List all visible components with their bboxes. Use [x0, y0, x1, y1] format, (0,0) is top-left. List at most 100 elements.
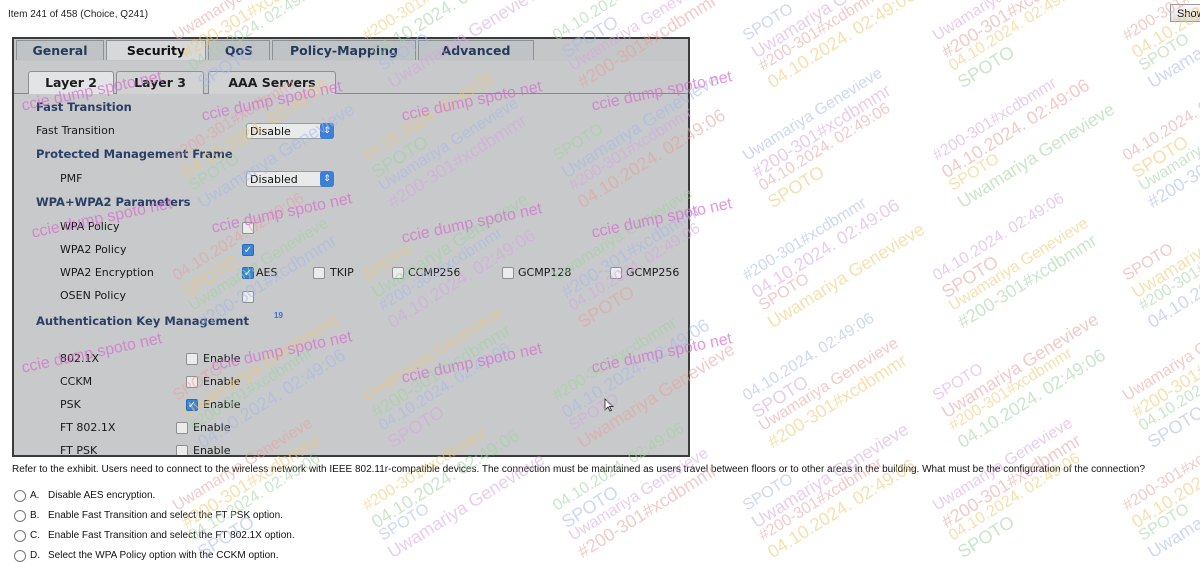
wpa2-policy-checkbox[interactable]: ✓ [242, 244, 254, 256]
watermark-text: #200-301#xcdbmmr [954, 230, 1101, 332]
pmf-select[interactable]: Disabled ⇕ [246, 171, 334, 187]
akm-label-psk: PSK [60, 398, 81, 411]
watermark-text: SPOTO [1120, 240, 1177, 285]
subtab-layer2[interactable]: Layer 2 [28, 71, 114, 94]
radio-b[interactable] [14, 510, 26, 522]
watermark-text: SPOTO [954, 511, 1018, 562]
tab-policy-mapping[interactable]: Policy-Mapping [272, 40, 416, 60]
osen-policy-checkbox[interactable] [242, 291, 254, 303]
tab-bar: General Security QoS Policy-Mapping Adva… [14, 39, 688, 61]
watermark-text: 04.10.2024. 02:49:06 [938, 74, 1093, 182]
watermark-text: Uwamariya Genevieve [756, 334, 902, 435]
watermark-text: SPOTO [558, 481, 622, 532]
watermark-text: SPOTO [764, 161, 828, 212]
watermark-text: SPOTO [930, 360, 987, 405]
wpa-policy-checkbox[interactable] [242, 222, 254, 234]
gcmp128-checkbox[interactable] [502, 267, 514, 279]
gcmp128-label: GCMP128 [518, 266, 572, 279]
akm-label-ft-8021x: FT 802.1X [60, 421, 116, 434]
radio-a[interactable] [14, 490, 26, 502]
watermark-text: #200-301#xcdbmmr [1144, 110, 1200, 212]
akm-value-cckm: Enable [203, 375, 241, 388]
akm-checkbox-psk[interactable]: ✓ [186, 399, 198, 411]
gcmp256-checkbox[interactable] [610, 267, 622, 279]
fast-transition-value: Disable [250, 125, 291, 138]
fast-transition-heading: Fast Transition [36, 100, 132, 114]
watermark-text: SPOTO [938, 251, 1002, 302]
watermark-text: 04.10.2024. 02:49:06 [748, 194, 903, 302]
top-bar: Item 241 of 458 (Choice, Q241) Show [0, 0, 1200, 28]
akm-checkbox-ft-psk[interactable] [176, 445, 188, 455]
akm-checkbox-ft-8021x[interactable] [176, 422, 188, 434]
watermark-text: Uwamariya Genevieve [1128, 189, 1200, 302]
watermark-text: SPOTO [740, 470, 797, 515]
gcmp256-label: GCMP256 [626, 266, 680, 279]
tab-security[interactable]: Security [106, 40, 206, 60]
option-letter: C. [30, 530, 40, 541]
chevron-updown-icon: ⇕ [320, 171, 334, 187]
akm-label-ft-psk: FT PSK [60, 444, 98, 457]
watermark-text: #200-301#xcdbmmr [574, 460, 721, 562]
wpa2-encryption-label: WPA2 Encryption [60, 266, 154, 279]
pmf-label: PMF [60, 172, 83, 185]
watermark-text: SPOTO [946, 150, 1003, 195]
tab-qos[interactable]: QoS [208, 40, 270, 60]
wpa2-policy-label: WPA2 Policy [60, 243, 127, 256]
tkip-label: TKIP [330, 266, 354, 279]
akm-label-8021x: 802.1X [60, 352, 100, 365]
watermark-text: SPOTO [376, 500, 433, 545]
wpa-policy-label: WPA Policy [60, 220, 120, 233]
pmf-heading: Protected Management Frame [36, 147, 233, 161]
watermark-text: Uwamariya Genevieve [764, 219, 929, 332]
watermark-text: SPOTO [756, 270, 813, 315]
osen-policy-label: OSEN Policy [60, 289, 126, 302]
radio-c[interactable] [14, 530, 26, 542]
ccmp256-checkbox[interactable] [392, 267, 404, 279]
exhibit-panel: General Security QoS Policy-Mapping Adva… [12, 37, 690, 457]
watermark-text: Uwamariya Genevieve [1120, 304, 1200, 405]
watermark-text: SPOTO [1144, 401, 1200, 452]
watermark-text: 04.10.2024. 02:49:06 [1128, 425, 1200, 532]
question-text: Refer to the exhibit. Users need to conn… [12, 464, 1146, 475]
show-button[interactable]: Show [1170, 4, 1200, 22]
watermark-text: Uwamariya Genevieve [566, 444, 712, 545]
option-text: Select the WPA Policy option with the CC… [48, 550, 279, 561]
radio-d[interactable] [14, 550, 26, 562]
watermark-text: #200-301#xcdbmmr [930, 74, 1060, 165]
akm-value-ft-8021x: Enable [193, 421, 231, 434]
subtab-layer3[interactable]: Layer 3 [116, 71, 204, 94]
subtab-aaa-servers[interactable]: AAA Servers [208, 71, 336, 94]
fast-transition-select[interactable]: Disable ⇕ [246, 123, 334, 139]
akm-value-psk: Enable [203, 398, 241, 411]
watermark-text: 04.10.2024. 02:49:06 [930, 189, 1068, 285]
footnote-link[interactable]: 19 [274, 311, 283, 320]
aes-checkbox[interactable]: ✓ [242, 267, 254, 279]
akm-value-ft-psk: Enable [193, 444, 231, 457]
subtab-bar: Layer 2 Layer 3 AAA Servers [14, 67, 688, 94]
tkip-checkbox[interactable] [313, 267, 325, 279]
watermark-text: Uwamariya Genevieve [954, 99, 1119, 212]
akm-checkbox-8021x[interactable] [186, 353, 198, 365]
option-text: Disable AES encryption. [48, 490, 156, 501]
watermark-text: 04.10.2024. 02:49:06 [1136, 340, 1200, 435]
option-text: Enable Fast Transition and select the FT… [48, 510, 283, 521]
option-letter: D. [30, 550, 40, 561]
wpa-heading: WPA+WPA2 Parameters [36, 195, 191, 209]
watermark-text: 04.10.2024. 02:49:06 [740, 309, 878, 405]
ccmp256-label: CCMP256 [408, 266, 461, 279]
watermark-text: SPOTO [1136, 30, 1193, 75]
watermark-text: #200-301#xcdbmmr [764, 350, 911, 452]
watermark-text: 04.10.2024. 02:49:06 [756, 99, 894, 195]
tab-general[interactable]: General [16, 40, 104, 60]
watermark-text: SPOTO [954, 41, 1018, 92]
watermark-text: Uwamariya Genevieve [946, 214, 1092, 315]
akm-label-cckm: CCKM [60, 375, 93, 388]
option-letter: A. [30, 490, 40, 501]
akm-checkbox-cckm[interactable] [186, 376, 198, 388]
option-text: Enable Fast Transition and select the FT… [48, 530, 295, 541]
tab-advanced[interactable]: Advanced [418, 40, 534, 60]
watermark-text: #200-301#xcdbmmr [938, 430, 1085, 532]
watermark-text: Uwamariya Genevieve [938, 309, 1103, 422]
watermark-text: Uwamariya Genevieve [740, 64, 886, 165]
watermark-text: #200-301#xcdbmmr [1136, 224, 1200, 315]
